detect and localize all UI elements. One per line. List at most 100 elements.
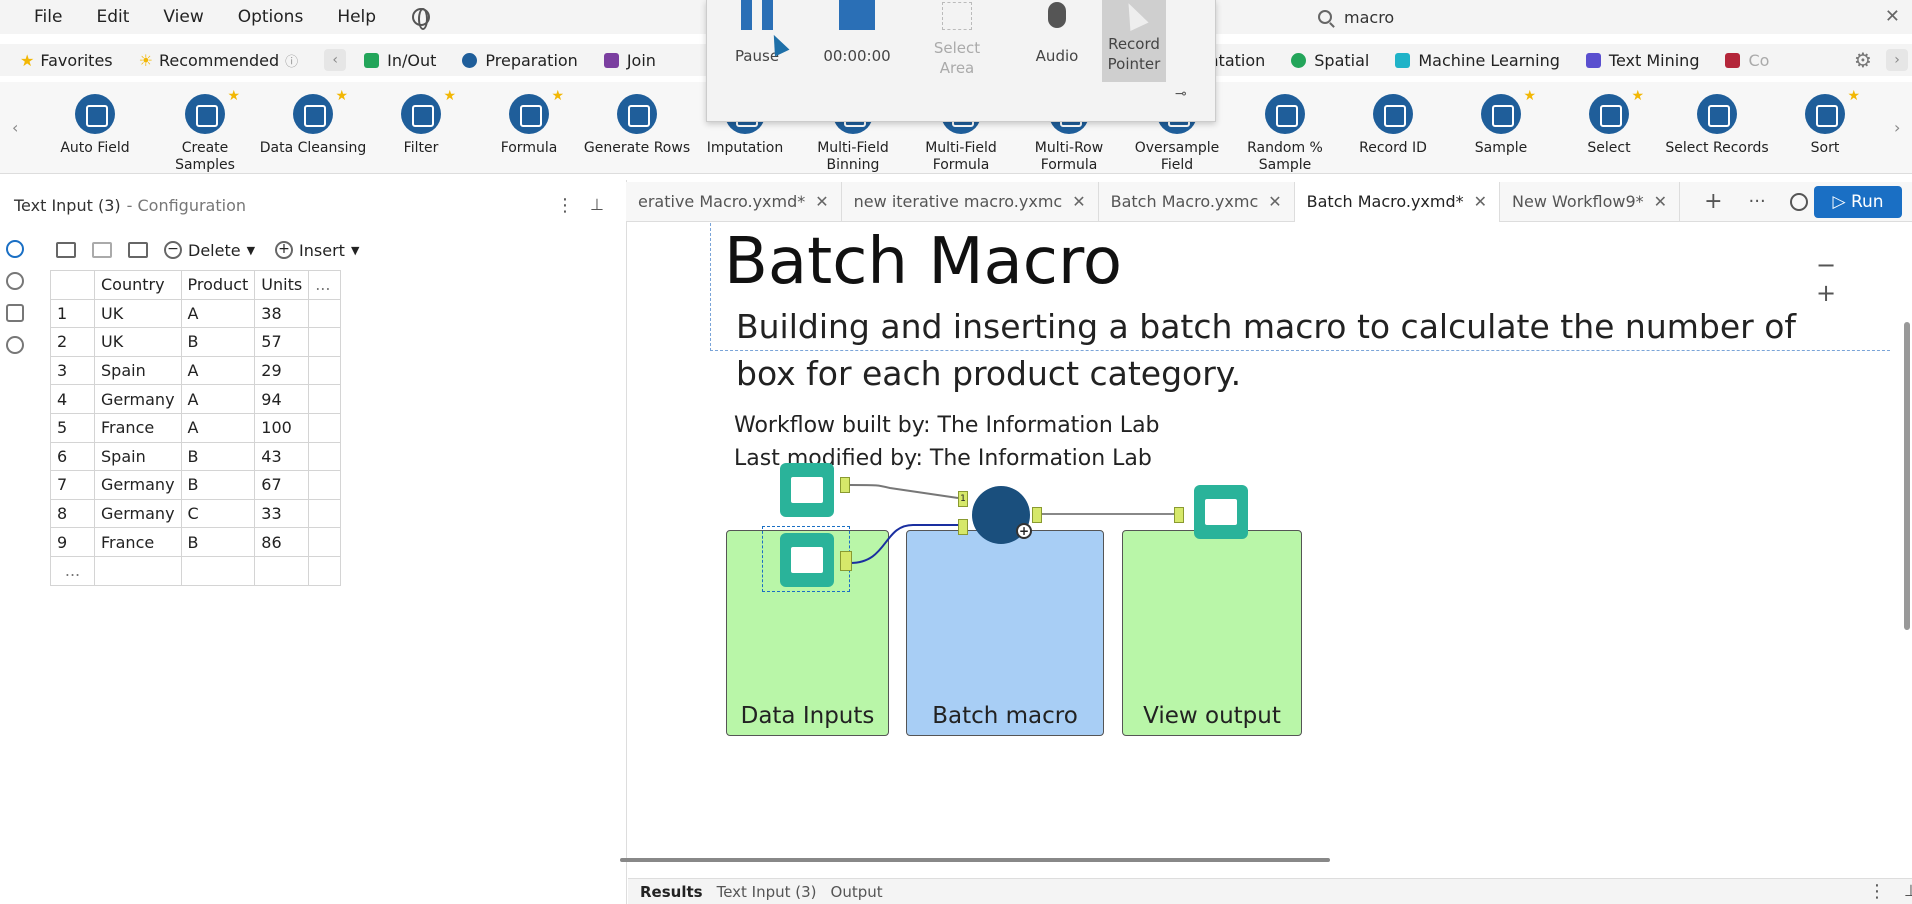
new-row[interactable]: ... [50, 555, 342, 586]
table-cell[interactable]: A [180, 384, 256, 414]
close-tab-icon[interactable]: ✕ [1072, 192, 1085, 211]
tool-filter[interactable]: ★ Filter [366, 88, 476, 157]
table-cell[interactable]: A [180, 298, 256, 329]
input-anchor[interactable]: 1 [958, 491, 968, 507]
table-cell[interactable] [308, 555, 342, 586]
pin-icon[interactable]: ⊥ [1904, 881, 1912, 900]
results-tab-text-input[interactable]: Text Input (3) [717, 883, 817, 901]
table-cell[interactable] [308, 327, 342, 357]
category-inout[interactable]: In/Out [364, 51, 436, 70]
add-tab-icon[interactable]: + [1704, 189, 1722, 214]
table-cell[interactable] [308, 355, 342, 386]
row-number[interactable]: 1 [50, 298, 95, 329]
category-text-mining[interactable]: Text Mining [1585, 51, 1699, 70]
horizontal-scrollbar[interactable] [620, 858, 1330, 862]
tool-generate-rows[interactable]: Generate Rows [582, 94, 692, 157]
delete-button[interactable]: − Delete ▼ [164, 241, 255, 260]
menu-help[interactable]: Help [337, 7, 376, 27]
tool-sample[interactable]: ★ Sample [1446, 88, 1556, 157]
row-number[interactable]: 2 [50, 327, 95, 357]
table-cell[interactable] [254, 555, 310, 586]
table-cell[interactable]: B [180, 527, 256, 557]
row-number[interactable]: 5 [50, 412, 95, 443]
table-cell[interactable] [308, 498, 342, 529]
tool-select-records[interactable]: Select Records [1662, 94, 1772, 157]
more-options-icon[interactable]: ⋮ [1868, 881, 1886, 902]
copy-icon[interactable] [92, 242, 112, 258]
more-options-icon[interactable]: ⋮ [556, 195, 574, 216]
workflow-tab[interactable]: Batch Macro.yxmc ✕ [1099, 181, 1295, 222]
table-cell[interactable] [308, 470, 342, 500]
row-number[interactable]: 7 [50, 470, 95, 500]
pin-icon[interactable]: ⊥ [590, 195, 604, 214]
close-tab-icon[interactable]: ✕ [1268, 192, 1281, 211]
column-header[interactable]: Product [180, 270, 256, 300]
menu-view[interactable]: View [163, 7, 203, 27]
category-join[interactable]: Join [603, 51, 656, 70]
table-cell[interactable]: UK [94, 298, 182, 329]
menu-edit[interactable]: Edit [96, 7, 129, 27]
table-cell[interactable]: B [180, 470, 256, 500]
table-cell[interactable]: 57 [254, 327, 310, 357]
menu-options[interactable]: Options [238, 7, 304, 27]
table-cell[interactable]: France [94, 527, 182, 557]
table-cell[interactable] [308, 298, 342, 329]
workflow-tab[interactable]: new iterative macro.yxmc ✕ [842, 181, 1099, 222]
table-cell[interactable]: C [180, 498, 256, 529]
audio-button[interactable]: Audio [1007, 0, 1107, 66]
column-header[interactable]: ... [308, 270, 342, 300]
table-cell[interactable] [180, 555, 256, 586]
panel-divider[interactable] [626, 180, 627, 904]
settings-icon[interactable] [6, 240, 24, 258]
chevron-left-icon[interactable]: ‹ [12, 118, 18, 137]
table-cell[interactable]: B [180, 327, 256, 357]
close-tab-icon[interactable]: ✕ [815, 192, 828, 211]
output-anchor[interactable] [1032, 507, 1042, 523]
table-cell[interactable] [308, 384, 342, 414]
table-cell[interactable]: UK [94, 327, 182, 357]
tool-record-id[interactable]: Record ID [1338, 94, 1448, 157]
output-anchor[interactable] [840, 551, 852, 571]
tool-data-cleansing[interactable]: ★ Data Cleansing [258, 88, 368, 157]
tool-select[interactable]: ★ Select [1554, 88, 1664, 157]
more-tabs-icon[interactable]: ··· [1749, 191, 1766, 212]
row-number[interactable]: 6 [50, 441, 95, 472]
run-button[interactable]: ▷ Run [1814, 186, 1902, 218]
pause-button[interactable]: Pause [707, 0, 807, 66]
results-tab[interactable]: Results [640, 883, 703, 901]
pin-icon[interactable]: ⊸ [1175, 86, 1187, 102]
workflow-tab[interactable]: erative Macro.yxmd* ✕ [626, 181, 842, 222]
chevron-right-icon[interactable]: › [1886, 49, 1908, 71]
category-favorites[interactable]: ★ Favorites [20, 51, 113, 70]
workflow-canvas[interactable]: Batch Macro Building and inserting a bat… [628, 223, 1892, 851]
table-cell[interactable]: Spain [94, 441, 182, 472]
table-cell[interactable]: ... [50, 555, 95, 586]
table-cell[interactable]: 86 [254, 527, 310, 557]
connection-icon[interactable] [6, 272, 24, 290]
table-cell[interactable]: 94 [254, 384, 310, 414]
globe-icon[interactable] [412, 8, 431, 30]
table-cell[interactable]: Germany [94, 384, 182, 414]
stop-button[interactable]: 00:00:00 [807, 0, 907, 66]
select-area-button[interactable]: Select Area [907, 0, 1007, 78]
table-cell[interactable] [94, 555, 182, 586]
table-cell[interactable]: Germany [94, 498, 182, 529]
table-cell[interactable] [308, 441, 342, 472]
search-box[interactable]: macro ✕ [1310, 2, 1910, 32]
table-cell[interactable]: Spain [94, 355, 182, 386]
column-header[interactable]: Country [94, 270, 182, 300]
close-icon[interactable]: ✕ [1885, 6, 1900, 27]
folder-icon[interactable] [56, 242, 76, 258]
chevron-right-icon[interactable]: › [1894, 118, 1900, 137]
tool-sort[interactable]: ★ Sort [1770, 88, 1880, 157]
results-tab-output[interactable]: Output [831, 883, 883, 901]
row-header-corner[interactable] [50, 270, 95, 300]
row-number[interactable]: 4 [50, 384, 95, 414]
chevron-left-icon[interactable]: ‹ [324, 49, 347, 71]
book-icon[interactable] [780, 533, 834, 587]
row-number[interactable]: 8 [50, 498, 95, 529]
input-anchor[interactable] [1174, 507, 1184, 523]
history-icon[interactable] [1789, 192, 1808, 211]
search-input[interactable]: macro [1344, 8, 1394, 27]
browse-binoculars-icon[interactable] [1194, 485, 1248, 539]
